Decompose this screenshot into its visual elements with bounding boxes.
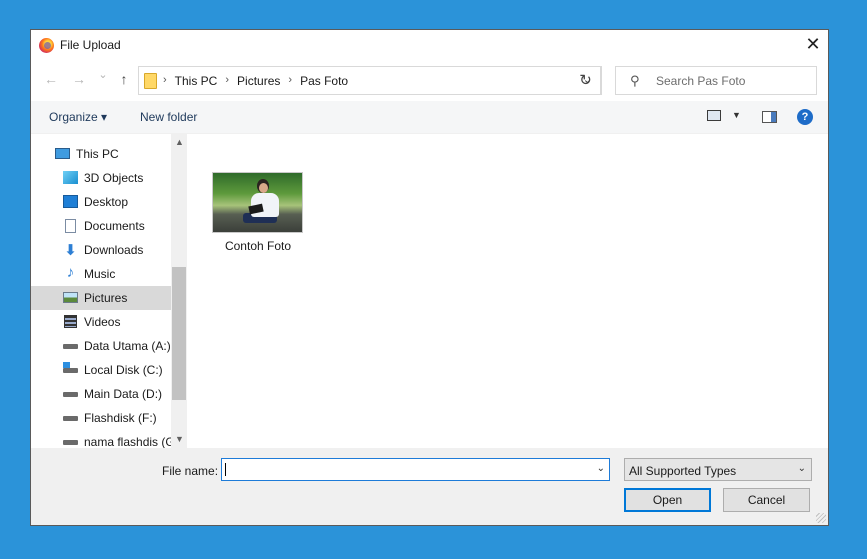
preview-pane-icon[interactable] [762, 111, 777, 123]
recent-locations-chevron-icon[interactable]: ⌄ [95, 68, 111, 81]
pictures-icon [63, 292, 78, 303]
cancel-button[interactable]: Cancel [723, 488, 810, 512]
sidebar-item-label: Pictures [84, 291, 128, 305]
sidebar-item-documents[interactable]: Documents [31, 214, 170, 238]
sidebar-item-label: Music [84, 267, 116, 281]
sidebar-item-this-pc[interactable]: This PC [31, 142, 170, 166]
new-folder-button[interactable]: New folder [140, 110, 197, 124]
navigation-pane-scrollbar[interactable]: ▲ ▼ [171, 134, 187, 448]
music-note-icon: ♪ [66, 264, 75, 281]
search-placeholder: Search Pas Foto [656, 74, 746, 88]
file-thumbnail [212, 172, 303, 233]
scroll-up-icon[interactable]: ▲ [175, 137, 184, 147]
breadcrumb-pas-foto[interactable]: Pas Foto [300, 74, 348, 88]
sidebar-item-flashdisk-f[interactable]: Flashdisk (F:) [31, 406, 170, 430]
file-type-select[interactable]: All Supported Types ⌄ [624, 458, 812, 481]
windows-logo-icon [63, 362, 70, 368]
download-arrow-icon: ⬇ [64, 242, 77, 259]
firefox-icon [39, 38, 54, 53]
scrollbar-thumb[interactable] [172, 267, 186, 400]
sidebar-item-local-disk-c[interactable]: Local Disk (C:) [31, 358, 170, 382]
command-toolbar: Organize ▾ New folder ▼ ? [31, 101, 828, 134]
sidebar-item-label: Local Disk (C:) [84, 363, 163, 377]
file-upload-dialog: File Upload ✕ ← → ⌄ ↑ › This PC › Pictur… [30, 29, 829, 526]
organize-button[interactable]: Organize ▾ [49, 110, 107, 124]
drive-icon [63, 440, 78, 445]
file-name-combobox[interactable]: ⌄ [221, 458, 610, 481]
computer-icon [55, 148, 70, 159]
file-list-area[interactable]: Contoh Foto [187, 134, 828, 448]
sidebar-item-nama-flashdis-g[interactable]: nama flashdis (G [31, 430, 175, 448]
search-icon: ⚲ [630, 73, 640, 88]
sidebar-item-desktop[interactable]: Desktop [31, 190, 170, 214]
change-view-icon[interactable] [707, 110, 721, 121]
breadcrumb-separator-icon[interactable]: › [288, 74, 292, 88]
cube-icon [63, 171, 78, 184]
file-item[interactable]: Contoh Foto [208, 172, 308, 253]
folder-icon [144, 73, 157, 89]
file-type-value: All Supported Types [629, 464, 737, 478]
sidebar-item-videos[interactable]: Videos [31, 310, 170, 334]
window-title: File Upload [60, 38, 121, 52]
sidebar-item-main-data-d[interactable]: Main Data (D:) [31, 382, 170, 406]
sidebar-item-label: Main Data (D:) [84, 387, 163, 401]
resize-grip-icon[interactable] [816, 513, 826, 523]
view-options-dropdown-icon[interactable]: ▼ [732, 110, 741, 120]
sidebar-item-label: This PC [76, 147, 119, 161]
title-bar: File Upload ✕ [31, 30, 828, 60]
back-arrow-icon[interactable]: ← [43, 71, 59, 87]
close-icon[interactable]: ✕ [798, 30, 828, 60]
address-bar[interactable]: › This PC › Pictures › Pas Foto ⌄ [138, 66, 601, 95]
sidebar-item-label: 3D Objects [84, 171, 144, 185]
drive-icon [63, 416, 78, 421]
file-name-input[interactable] [222, 459, 590, 480]
text-cursor [225, 463, 226, 476]
sidebar-item-label: Videos [84, 315, 121, 329]
file-name-field-label: File name: [162, 464, 219, 478]
drive-icon [63, 344, 78, 349]
breadcrumb-pictures[interactable]: Pictures [237, 74, 280, 88]
navigation-bar: ← → ⌄ ↑ › This PC › Pictures › Pas Foto … [31, 62, 828, 96]
sidebar-item-music[interactable]: ♪ Music [31, 262, 170, 286]
sidebar-item-label: Desktop [84, 195, 129, 209]
scroll-down-icon[interactable]: ▼ [175, 434, 184, 444]
windows-drive-icon [63, 368, 78, 373]
up-arrow-icon[interactable]: ↑ [116, 71, 132, 87]
breadcrumb-this-pc[interactable]: This PC [175, 74, 218, 88]
navigation-pane: This PC 3D Objects Desktop Documents ⬇ D… [31, 134, 187, 448]
dialog-footer: File name: ⌄ All Supported Types ⌄ Open … [31, 448, 828, 525]
sidebar-item-downloads[interactable]: ⬇ Downloads [31, 238, 170, 262]
breadcrumb-separator-icon[interactable]: › [225, 74, 229, 88]
sidebar-item-label: Downloads [84, 243, 144, 257]
forward-arrow-icon[interactable]: → [71, 71, 87, 87]
open-button[interactable]: Open [624, 488, 711, 512]
sidebar-item-3d-objects[interactable]: 3D Objects [31, 166, 170, 190]
chevron-down-icon[interactable]: ⌄ [597, 463, 605, 474]
document-icon [65, 219, 76, 233]
chevron-down-icon[interactable]: ⌄ [798, 463, 806, 474]
sidebar-item-label: nama flashdis (G [84, 435, 175, 448]
film-icon [64, 315, 77, 328]
sidebar-item-label: Data Utama (A:) [84, 339, 171, 353]
drive-icon [63, 392, 78, 397]
sidebar-item-data-utama-a[interactable]: Data Utama (A:) [31, 334, 171, 358]
desktop-icon [63, 195, 78, 208]
sidebar-item-pictures[interactable]: Pictures [31, 286, 171, 310]
file-name-label: Contoh Foto [224, 239, 292, 253]
search-box[interactable]: ⚲ Search Pas Foto [615, 66, 817, 95]
breadcrumb-separator-icon[interactable]: › [163, 74, 167, 88]
sidebar-item-label: Documents [84, 219, 145, 233]
refresh-icon[interactable]: ↻ [570, 66, 602, 95]
sidebar-item-label: Flashdisk (F:) [84, 411, 157, 425]
breadcrumb: › This PC › Pictures › Pas Foto [163, 74, 348, 88]
help-icon[interactable]: ? [797, 109, 813, 125]
